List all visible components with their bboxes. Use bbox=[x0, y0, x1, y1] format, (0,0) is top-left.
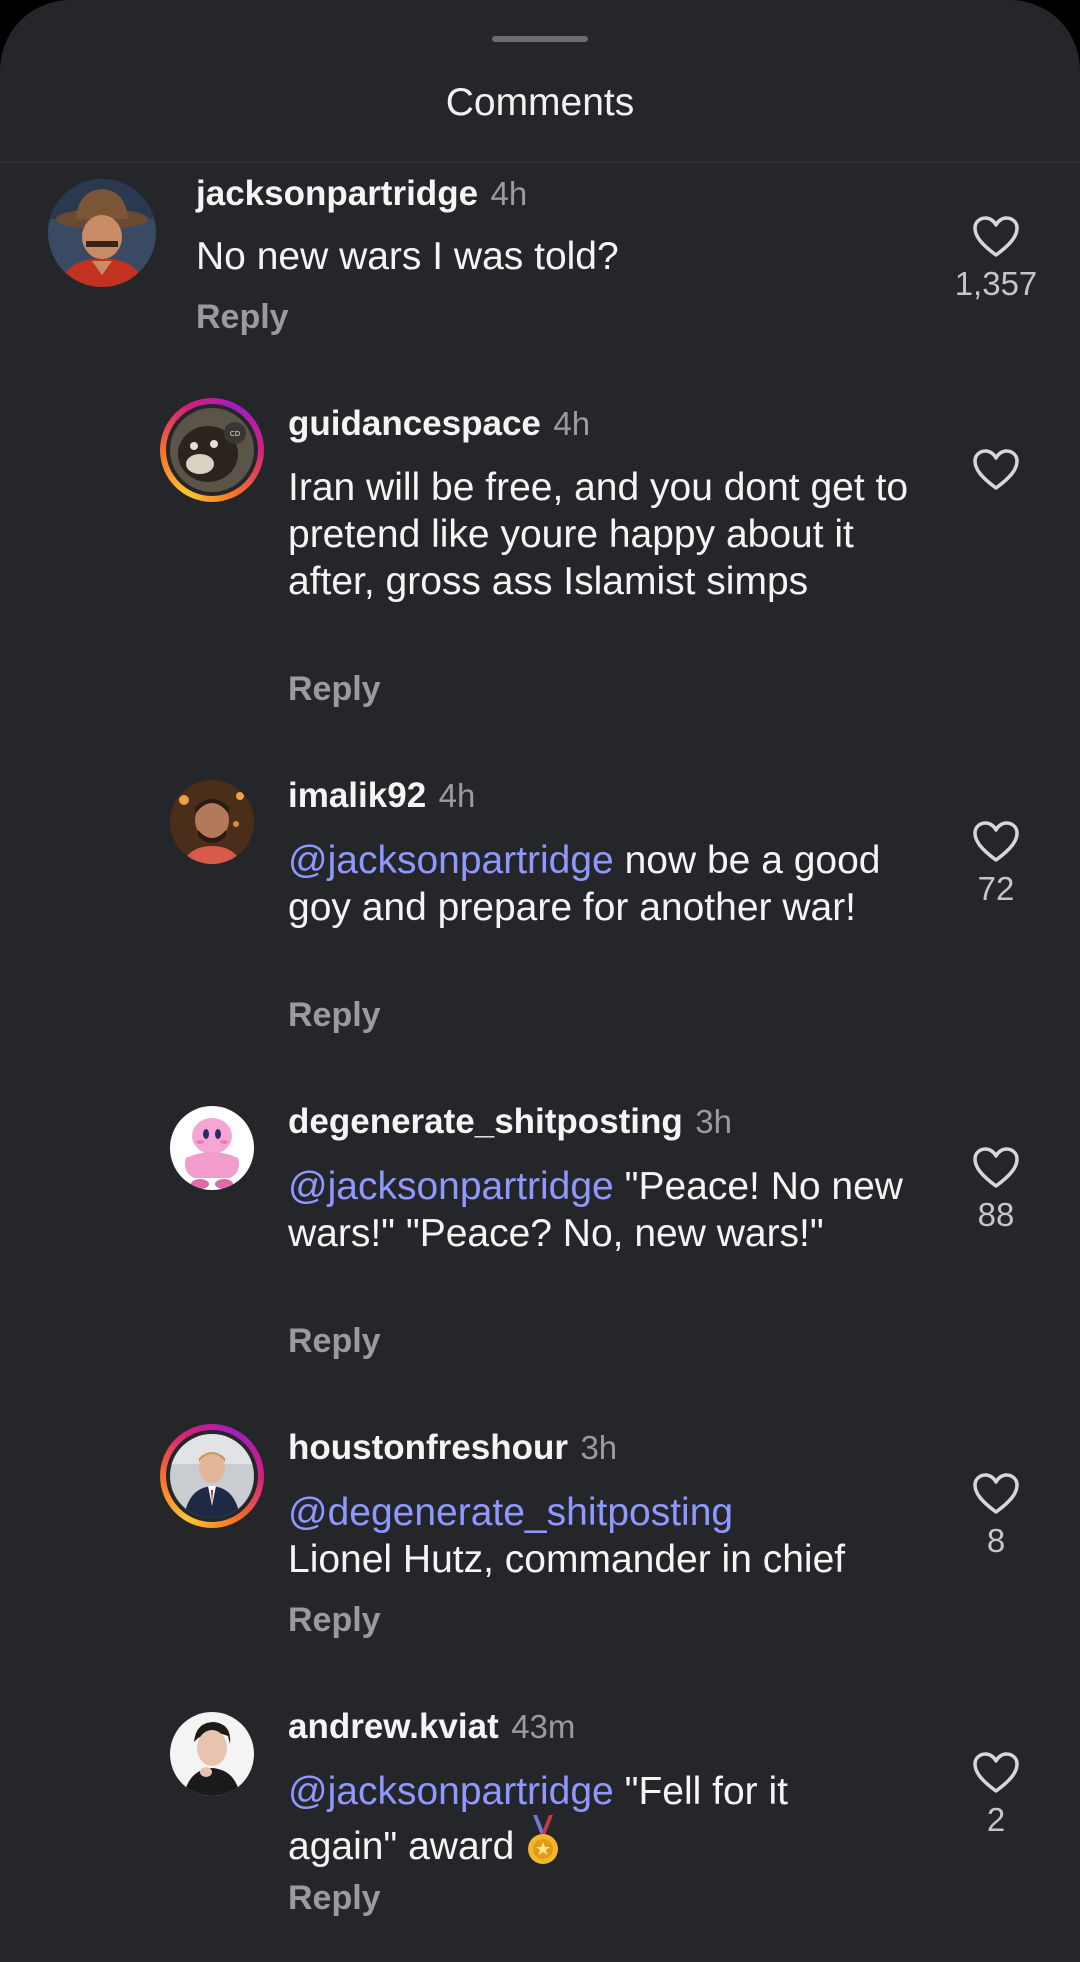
comment-body: Lionel Hutz, commander in chief bbox=[288, 1538, 846, 1581]
comment-body: Iran will be free, and you dont get to p… bbox=[288, 466, 909, 603]
comment-username[interactable]: jacksonpartridge bbox=[196, 174, 478, 213]
heart-icon[interactable] bbox=[973, 1147, 1019, 1189]
comment-time: 3h bbox=[695, 1103, 732, 1140]
comment-username[interactable]: imalik92 bbox=[288, 776, 426, 815]
reply-button[interactable]: Reply bbox=[288, 1319, 381, 1363]
comment-text: No new wars I was told? bbox=[196, 233, 896, 280]
mention-link[interactable]: @degenerate_shitposting bbox=[288, 1489, 928, 1536]
comment-text: @jacksonpartridge now be a good goy and … bbox=[288, 837, 888, 931]
avatar[interactable]: CD bbox=[170, 408, 254, 492]
avatar[interactable] bbox=[170, 780, 254, 864]
like-count: 8 bbox=[986, 1522, 1006, 1559]
like-count: 2 bbox=[986, 1801, 1006, 1838]
comment-text: @jacksonpartridge "Fell for it again" aw… bbox=[288, 1768, 888, 1870]
heart-icon[interactable] bbox=[973, 216, 1019, 258]
comment-time: 4h bbox=[438, 777, 476, 814]
comments-sheet: Comments jacksonpartridge 4h No new wars… bbox=[0, 0, 1080, 1962]
comment-time: 4h bbox=[553, 405, 591, 442]
comment-username[interactable]: andrew.kviat bbox=[288, 1707, 499, 1746]
comment-text: @degenerate_shitposting Lionel Hutz, com… bbox=[288, 1489, 928, 1583]
comment-meta: houstonfreshour 3h bbox=[288, 1426, 617, 1477]
comment-username[interactable]: degenerate_shitposting bbox=[288, 1102, 683, 1141]
comment-text: Iran will be free, and you dont get to p… bbox=[288, 464, 928, 605]
like-column: 72 bbox=[946, 821, 1046, 909]
comment-time: 43m bbox=[511, 1708, 576, 1745]
like-column: 8 bbox=[946, 1473, 1046, 1561]
heart-icon[interactable] bbox=[973, 821, 1019, 863]
mention-link[interactable]: @jacksonpartridge bbox=[288, 839, 614, 882]
avatar[interactable] bbox=[170, 1712, 254, 1796]
comment-meta: imalik92 4h bbox=[288, 774, 475, 825]
heart-icon[interactable] bbox=[973, 1752, 1019, 1794]
comment-username[interactable]: houstonfreshour bbox=[288, 1428, 568, 1467]
comment-time: 3h bbox=[580, 1429, 618, 1466]
like-column: 2 bbox=[946, 1752, 1046, 1840]
heart-icon[interactable] bbox=[973, 1473, 1019, 1515]
like-column: 1,357 bbox=[946, 216, 1046, 304]
heart-icon[interactable] bbox=[973, 449, 1019, 491]
comment-username[interactable]: guidancespace bbox=[288, 404, 541, 443]
like-column bbox=[946, 449, 1046, 497]
sheet-title: Comments bbox=[445, 81, 635, 124]
comment-time: 4h bbox=[490, 175, 528, 212]
reply-button[interactable]: Reply bbox=[288, 1598, 381, 1642]
like-count: 88 bbox=[977, 1196, 1015, 1233]
comment-meta: guidancespace 4h bbox=[288, 402, 590, 453]
medal-icon bbox=[528, 1815, 559, 1864]
svg-text:CD: CD bbox=[230, 430, 240, 438]
like-column: 88 bbox=[946, 1147, 1046, 1235]
comment-text: @jacksonpartridge "Peace! No new wars!" … bbox=[288, 1163, 908, 1257]
mention-link[interactable]: @jacksonpartridge bbox=[288, 1770, 614, 1813]
reply-button[interactable]: Reply bbox=[288, 1876, 381, 1920]
mention-link[interactable]: @jacksonpartridge bbox=[288, 1165, 614, 1208]
avatar[interactable] bbox=[170, 1106, 254, 1190]
reply-button[interactable]: Reply bbox=[288, 993, 381, 1037]
avatar[interactable] bbox=[48, 179, 156, 287]
header-divider bbox=[0, 161, 1080, 163]
reply-button[interactable]: Reply bbox=[288, 667, 381, 711]
comment-body: No new wars I was told? bbox=[196, 235, 619, 278]
like-count: 1,357 bbox=[954, 265, 1038, 302]
comment-meta: degenerate_shitposting 3h bbox=[288, 1100, 732, 1151]
comment-meta: jacksonpartridge 4h bbox=[196, 172, 527, 223]
comment-meta: andrew.kviat 43m bbox=[288, 1705, 575, 1756]
like-count: 72 bbox=[977, 870, 1015, 907]
avatar[interactable] bbox=[170, 1434, 254, 1518]
drag-handle[interactable] bbox=[492, 36, 588, 42]
reply-button[interactable]: Reply bbox=[196, 295, 289, 339]
